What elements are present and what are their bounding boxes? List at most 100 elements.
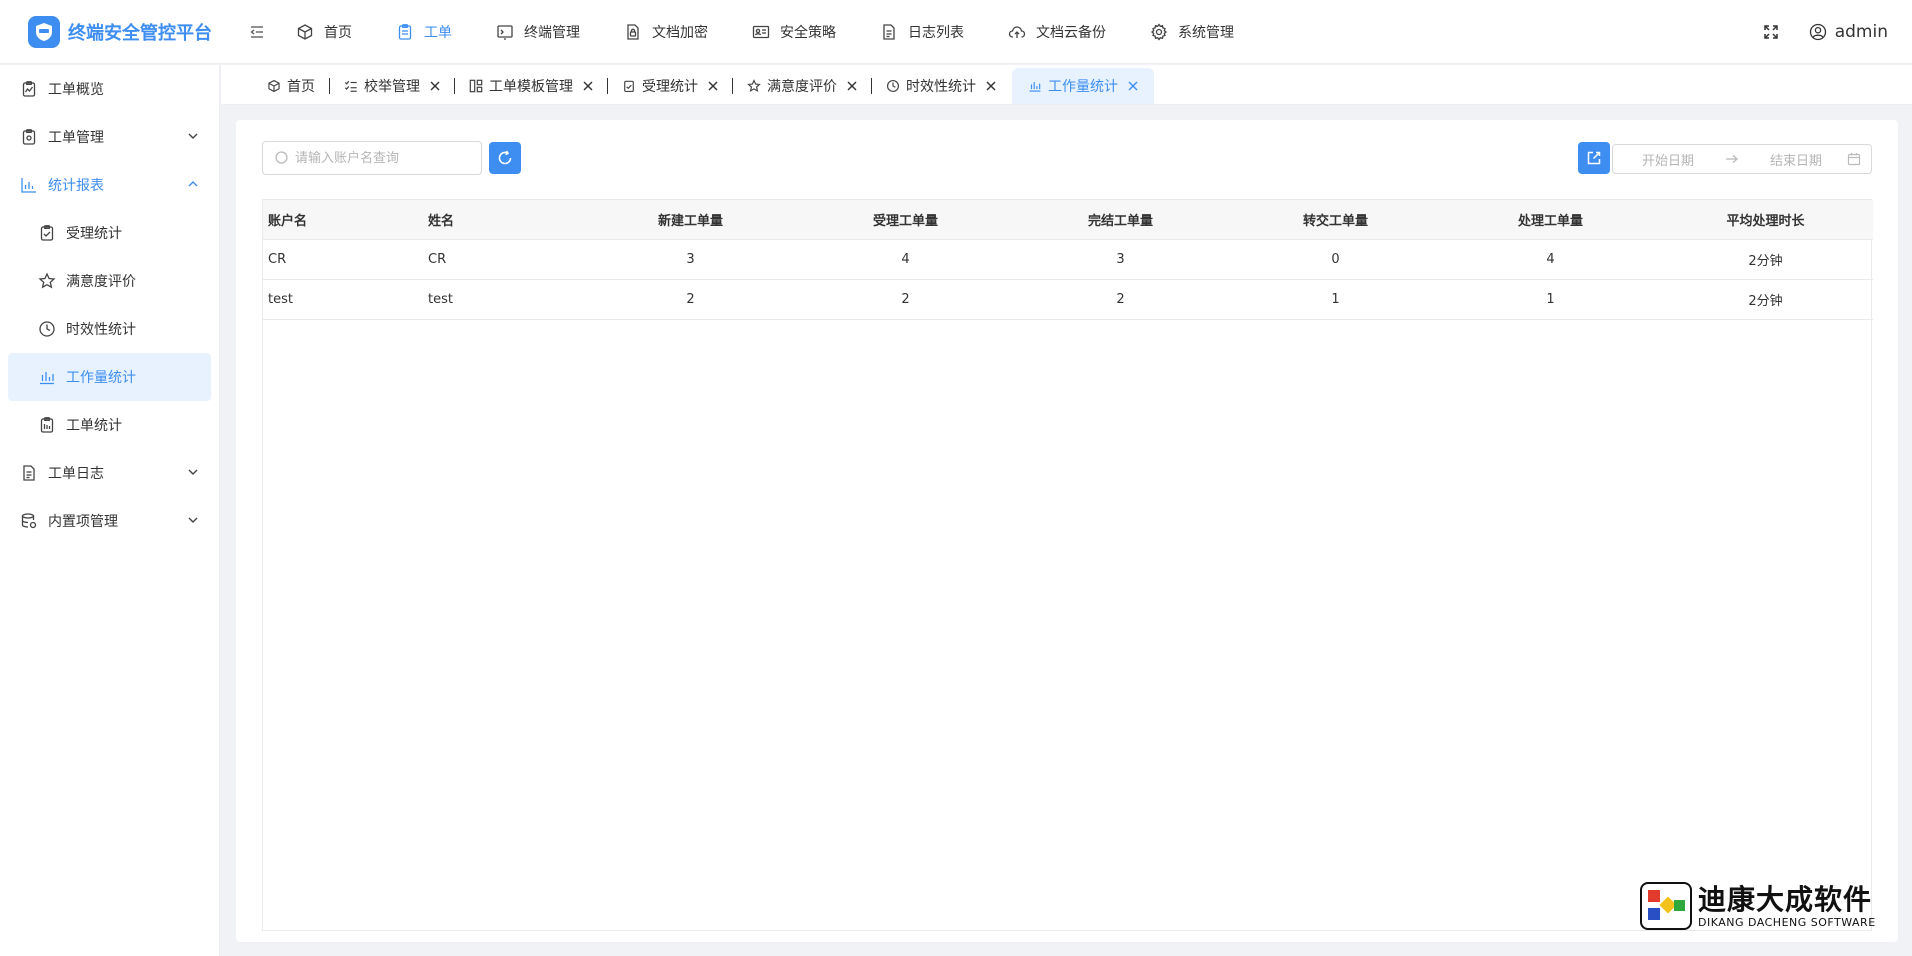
close-icon[interactable]: [986, 81, 996, 91]
sidebar-item-timeliness[interactable]: 时效性统计: [0, 305, 219, 353]
nav-label: 安全策略: [780, 24, 836, 41]
check-clipboard-icon: [38, 224, 56, 242]
col-header-avg-time[interactable]: 平均处理时长: [1658, 200, 1873, 240]
col-header-account[interactable]: 账户名: [263, 200, 423, 240]
sidebar-item-workload[interactable]: 工作量统计: [8, 353, 211, 401]
tabs-bar: 首页 校举管理 工单模板管理 受理统计 满意度评价 时效性统计 工作量统计: [221, 65, 1912, 105]
refresh-button[interactable]: [489, 142, 521, 174]
sidebar-item-stats-report[interactable]: 统计报表: [0, 161, 219, 209]
encrypted-file-icon: [624, 23, 642, 41]
col-header-new[interactable]: 新建工单量: [583, 200, 798, 240]
col-header-handled[interactable]: 处理工单量: [1443, 200, 1658, 240]
sidebar-item-label: 内置项管理: [48, 514, 118, 530]
tab-label: 工单模板管理: [489, 79, 573, 95]
tab-label: 满意度评价: [767, 79, 837, 95]
tab-timeliness[interactable]: 时效性统计: [878, 68, 1004, 104]
nav-label: 首页: [324, 24, 352, 41]
nav-home[interactable]: 首页: [296, 0, 352, 64]
col-header-accepted[interactable]: 受理工单量: [798, 200, 1013, 240]
vendor-logo-icon: [1640, 882, 1692, 930]
sidebar-item-satisfaction[interactable]: 满意度评价: [0, 257, 219, 305]
tab-enum-manage[interactable]: 校举管理: [336, 68, 448, 104]
sidebar-item-builtin[interactable]: 内置项管理: [0, 497, 219, 545]
col-header-name[interactable]: 姓名: [423, 200, 583, 240]
close-icon[interactable]: [1128, 81, 1138, 91]
menu-collapse-icon[interactable]: [242, 17, 272, 47]
template-icon: [469, 79, 483, 93]
nav-terminal[interactable]: 终端管理: [496, 0, 580, 64]
sidebar-item-label: 工单日志: [48, 466, 104, 482]
header-actions: admin: [1763, 0, 1888, 64]
sidebar-item-workorder-log[interactable]: 工单日志: [0, 449, 219, 497]
tab-label: 校举管理: [364, 79, 420, 95]
start-date-input[interactable]: 开始日期: [1623, 150, 1713, 169]
cell-transferred: 1: [1228, 279, 1443, 320]
cell-avg-time: 2分钟: [1658, 239, 1873, 280]
close-icon[interactable]: [708, 81, 718, 91]
chevron-up-icon: [187, 178, 199, 190]
clock-icon: [38, 320, 56, 338]
user-menu[interactable]: admin: [1809, 22, 1888, 42]
nav-log-list[interactable]: 日志列表: [880, 0, 964, 64]
app-logo[interactable]: 终端安全管控平台: [0, 0, 220, 64]
bar-chart-icon: [38, 368, 56, 386]
search-input[interactable]: [295, 150, 475, 166]
sidebar-item-accept-stats[interactable]: 受理统计: [0, 209, 219, 257]
top-header: 终端安全管控平台 首页 工单 终端管理 文档加密 安全策略 日志列表 文档云备份…: [0, 0, 1912, 64]
username: admin: [1834, 22, 1888, 42]
star-icon: [38, 272, 56, 290]
nav-label: 终端管理: [524, 24, 580, 41]
sidebar-item-label: 工单统计: [66, 418, 122, 434]
table-row[interactable]: CR CR 3 4 3 0 4 2分钟: [263, 239, 1873, 280]
sidebar-item-workorder-manage[interactable]: 工单管理: [0, 113, 219, 161]
vendor-text: 迪康大成软件 DIKANG DACHENG SOFTWARE: [1698, 882, 1876, 929]
nav-workorder[interactable]: 工单: [396, 0, 452, 64]
tab-workload[interactable]: 工作量统计: [1012, 68, 1154, 104]
export-button[interactable]: [1578, 142, 1610, 174]
nav-system-settings[interactable]: 系统管理: [1150, 0, 1234, 64]
tab-label: 受理统计: [642, 79, 698, 95]
sidebar-item-label: 受理统计: [66, 226, 122, 242]
clipboard-icon: [396, 23, 414, 41]
cube-icon: [267, 79, 281, 93]
nav-security-policy[interactable]: 安全策略: [752, 0, 836, 64]
date-range-picker[interactable]: 开始日期 结束日期: [1612, 144, 1872, 174]
export-icon: [1586, 150, 1602, 166]
sidebar-item-label: 工单管理: [48, 130, 104, 146]
vendor-watermark: 迪康大成软件 DIKANG DACHENG SOFTWARE: [1640, 882, 1876, 930]
tab-divider: [454, 78, 455, 94]
nav-label: 工单: [424, 24, 452, 41]
tab-satisfaction[interactable]: 满意度评价: [739, 68, 865, 104]
sidebar: 工单概览 工单管理 统计报表 受理统计 满意度评价 时效性统计 工作量统计 工单…: [0, 65, 220, 956]
sidebar-item-label: 工单概览: [48, 82, 104, 98]
close-icon[interactable]: [583, 81, 593, 91]
calendar-icon: [1847, 152, 1861, 166]
vendor-name-cn: 迪康大成软件: [1698, 882, 1873, 916]
tab-accept-stats[interactable]: 受理统计: [614, 68, 726, 104]
end-date-input[interactable]: 结束日期: [1751, 150, 1841, 169]
close-icon[interactable]: [847, 81, 857, 91]
col-header-completed[interactable]: 完结工单量: [1013, 200, 1228, 240]
cell-completed: 2: [1013, 279, 1228, 320]
gear-icon: [1150, 22, 1168, 41]
tab-home[interactable]: 首页: [259, 68, 323, 104]
clock-icon: [886, 79, 900, 93]
nav-cloud-backup[interactable]: 文档云备份: [1008, 0, 1106, 64]
tab-label: 工作量统计: [1048, 79, 1118, 95]
col-header-transferred[interactable]: 转交工单量: [1228, 200, 1443, 240]
clipboard-icon: [20, 128, 38, 146]
sidebar-item-workorder-stats[interactable]: 工单统计: [0, 401, 219, 449]
cell-accepted: 2: [798, 279, 1013, 320]
cell-accepted: 4: [798, 239, 1013, 280]
tab-divider: [871, 78, 872, 94]
nav-doc-encrypt[interactable]: 文档加密: [624, 0, 708, 64]
table-header-row: 账户名 姓名 新建工单量 受理工单量 完结工单量 转交工单量 处理工单量 平均处…: [263, 200, 1873, 240]
search-box[interactable]: [262, 141, 482, 175]
sidebar-item-overview[interactable]: 工单概览: [0, 65, 219, 113]
fullscreen-icon[interactable]: [1763, 24, 1779, 40]
table-row[interactable]: test test 2 2 2 1 1 2分钟: [263, 279, 1873, 320]
tab-template-manage[interactable]: 工单模板管理: [461, 68, 601, 104]
cell-account: CR: [263, 239, 423, 280]
user-avatar-icon: [1809, 23, 1827, 41]
close-icon[interactable]: [430, 81, 440, 91]
